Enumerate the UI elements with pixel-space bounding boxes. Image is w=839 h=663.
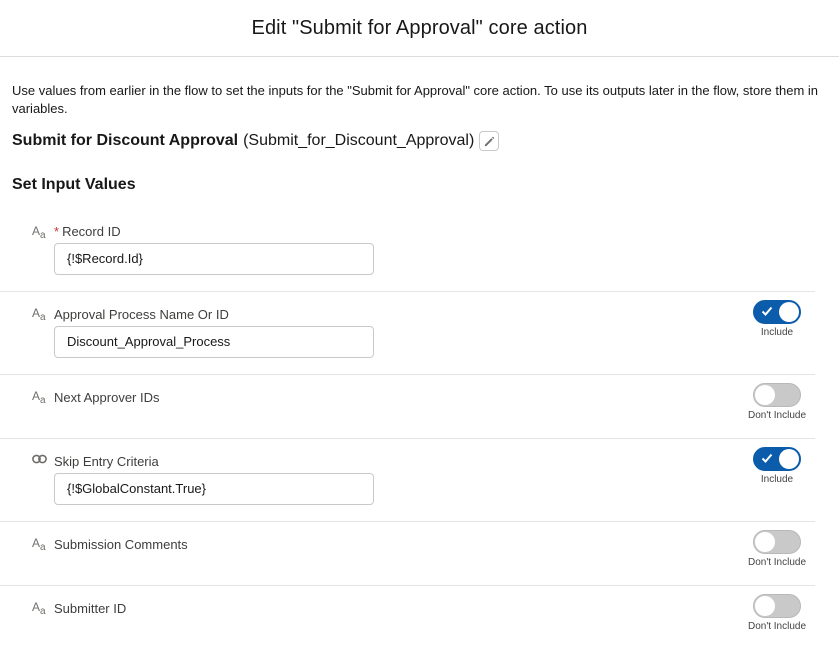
text-type-icon: Aa <box>32 536 46 553</box>
action-name: Submit for Discount Approval (Submit_for… <box>12 130 500 152</box>
toggle-status-text: Don't Include <box>747 410 807 421</box>
toggle-switch[interactable] <box>753 300 801 324</box>
param-row-record-id: Aa * Record ID {!$Record.Id} <box>0 218 815 292</box>
param-label-submitter-id: Submitter ID <box>54 601 127 616</box>
approval-process-input[interactable]: Discount_Approval_Process <box>54 326 374 358</box>
param-label-skip-entry: Skip Entry Criteria <box>54 454 159 469</box>
skip-entry-criteria-input[interactable]: {!$GlobalConstant.True} <box>54 473 374 505</box>
param-row-submission-comments: Aa Submission Comments Don't Include <box>0 522 815 586</box>
record-id-input[interactable]: {!$Record.Id} <box>54 243 374 275</box>
toggle-knob <box>779 449 799 469</box>
param-row-next-approver: Aa Next Approver IDs Don't Include <box>0 375 815 439</box>
toggle-switch[interactable] <box>753 530 801 554</box>
text-type-icon: Aa <box>32 306 46 323</box>
param-row-submitter-id: Aa Submitter ID Don't Include <box>0 586 815 660</box>
param-label-next-approver: Next Approver IDs <box>54 390 160 405</box>
action-label: Submit for Discount Approval <box>12 132 239 149</box>
toggle-status-text: Include <box>760 474 794 485</box>
boolean-type-icon <box>32 454 48 468</box>
pencil-icon <box>484 136 495 146</box>
param-label-text: Record ID <box>62 224 121 239</box>
toggle-knob <box>755 532 775 552</box>
description-text: Use values from earlier in the flow to s… <box>12 83 818 116</box>
toggle-status-text: Don't Include <box>747 557 807 568</box>
check-icon <box>761 306 773 316</box>
check-icon <box>761 453 773 463</box>
modal-title: Edit "Submit for Approval" core action <box>251 16 588 39</box>
section-title: Set Input Values <box>12 176 136 193</box>
param-label-record-id: * Record ID <box>54 224 121 240</box>
toggle-knob <box>779 302 799 322</box>
text-type-icon: Aa <box>32 600 46 617</box>
toggle-status-text: Include <box>760 327 794 338</box>
include-toggle-submitter-id[interactable]: Don't Include <box>732 594 822 632</box>
toggle-knob <box>755 385 775 405</box>
required-marker: * <box>54 224 60 239</box>
toggle-switch[interactable] <box>753 594 801 618</box>
param-row-approval-process: Aa Approval Process Name Or ID Discount_… <box>0 292 815 375</box>
param-label-approval-process: Approval Process Name Or ID <box>54 307 229 322</box>
include-toggle-submission-comments[interactable]: Don't Include <box>732 530 822 568</box>
param-label-submission-comments: Submission Comments <box>54 537 188 552</box>
param-row-skip-entry: Skip Entry Criteria {!$GlobalConstant.Tr… <box>0 439 815 522</box>
include-toggle-next-approver[interactable]: Don't Include <box>732 383 822 421</box>
text-type-icon: Aa <box>32 224 46 241</box>
toggle-status-text: Don't Include <box>747 621 807 632</box>
action-api-name: (Submit_for_Discount_Approval) <box>243 132 475 149</box>
include-toggle-skip-entry[interactable]: Include <box>732 447 822 485</box>
toggle-knob <box>755 596 775 616</box>
toggle-switch[interactable] <box>753 447 801 471</box>
modal-body: Use values from earlier in the flow to s… <box>0 58 839 663</box>
text-type-icon: Aa <box>32 389 46 406</box>
modal-header: Edit "Submit for Approval" core action <box>0 0 839 57</box>
edit-action-button[interactable] <box>479 131 500 151</box>
toggle-switch[interactable] <box>753 383 801 407</box>
include-toggle-approval-process[interactable]: Include <box>732 300 822 338</box>
